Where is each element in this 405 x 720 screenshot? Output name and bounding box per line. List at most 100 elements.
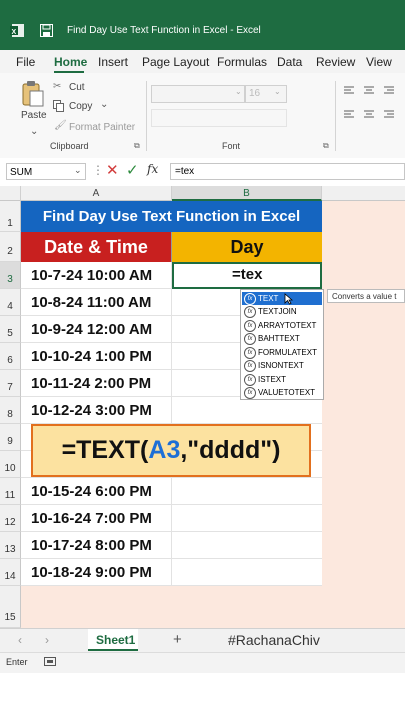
autocomplete-item-istext[interactable]: fx ISTEXT	[242, 373, 322, 386]
row-header[interactable]: 7	[0, 370, 21, 397]
autocomplete-item-valuetotext[interactable]: fx VALUETOTEXT	[242, 386, 322, 399]
font-format-row[interactable]	[151, 109, 287, 127]
row-header[interactable]: 6	[0, 343, 21, 370]
autocomplete-item-text[interactable]: fx TEXT	[242, 292, 322, 305]
svg-text:X: X	[12, 29, 17, 36]
autocomplete-item-formulatext[interactable]: fx FORMULATEXT	[242, 346, 322, 359]
function-icon: fx	[244, 359, 256, 372]
function-icon: fx	[244, 373, 256, 386]
function-icon: fx	[244, 319, 256, 332]
mouse-pointer-icon	[284, 293, 293, 305]
function-icon: fx	[244, 332, 256, 345]
enter-check-icon[interactable]: ✓	[126, 161, 139, 179]
cut-label[interactable]: Cut	[69, 82, 85, 93]
menu-home[interactable]: Home	[54, 55, 87, 69]
copy-chevron-icon[interactable]: ⌄	[100, 99, 108, 110]
date-cell[interactable]: 10-15-24 6:00 PM	[21, 478, 172, 505]
date-cell[interactable]: 10-7-24 10:00 AM	[21, 262, 172, 289]
worksheet-grid[interactable]: A B 1 2 3 4 5 6 7 8 9 10 11 12 13 14 15 …	[0, 186, 405, 628]
accessibility-icon[interactable]	[44, 657, 56, 667]
date-cell[interactable]: 10-16-24 7:00 PM	[21, 505, 172, 532]
day-cell[interactable]	[172, 397, 322, 424]
ribbon-separator	[146, 81, 147, 151]
autocomplete-item-isnontext[interactable]: fx ISNONTEXT	[242, 359, 322, 372]
row-header[interactable]: 5	[0, 316, 21, 343]
banner-suffix: ,"dddd")	[180, 436, 281, 464]
row-header[interactable]: 15	[0, 586, 21, 628]
day-cell[interactable]	[172, 532, 322, 559]
cut-icon[interactable]: ✂	[53, 81, 61, 92]
day-cell[interactable]	[172, 505, 322, 532]
column-header-a[interactable]: A	[21, 186, 172, 201]
insert-function-icon[interactable]: fx	[147, 162, 158, 176]
date-cell[interactable]: 10-10-24 1:00 PM	[21, 343, 172, 370]
copy-label[interactable]: Copy	[69, 101, 92, 112]
format-painter-label[interactable]: Format Painter	[69, 122, 135, 133]
add-sheet-button[interactable]: +	[173, 631, 182, 648]
name-box-chevron-icon[interactable]: ⌄	[74, 165, 82, 176]
date-cell[interactable]: 10-9-24 12:00 AM	[21, 316, 172, 343]
date-cell[interactable]: 10-8-24 11:00 AM	[21, 289, 172, 316]
row-header[interactable]: 14	[0, 559, 21, 586]
date-cell[interactable]: 10-17-24 8:00 PM	[21, 532, 172, 559]
row-header[interactable]: 2	[0, 232, 21, 262]
autocomplete-item-textjoin[interactable]: fx TEXTJOIN	[242, 305, 322, 318]
menu-data[interactable]: Data	[277, 55, 302, 69]
row-header[interactable]: 9	[0, 424, 21, 451]
paste-icon[interactable]	[22, 81, 44, 107]
column-header-c[interactable]	[322, 186, 405, 201]
day-cell[interactable]	[172, 559, 322, 586]
menu-view[interactable]: View	[366, 55, 392, 69]
function-autocomplete-list[interactable]: fx TEXT fx TEXTJOIN fx ARRAYTOTEXT fx BAHTTE…	[240, 289, 324, 400]
row-header[interactable]: 12	[0, 505, 21, 532]
row-header[interactable]: 13	[0, 532, 21, 559]
paste-label[interactable]: Paste	[21, 110, 47, 121]
menu-insert[interactable]: Insert	[98, 55, 128, 69]
date-cell[interactable]: 10-18-24 9:00 PM	[21, 559, 172, 586]
active-cell-b3[interactable]: =tex	[172, 262, 322, 289]
date-cell[interactable]: 10-11-24 2:00 PM	[21, 370, 172, 397]
select-all-corner[interactable]	[0, 186, 21, 201]
scroll-left-icon[interactable]: ‹	[18, 633, 22, 647]
font-size-value: 16	[249, 88, 261, 99]
sheet-title-cell[interactable]: Find Day Use Text Function in Excel	[21, 201, 322, 232]
formula-input[interactable]: =tex	[170, 163, 405, 180]
menu-review[interactable]: Review	[316, 55, 355, 69]
date-cell[interactable]: 10-12-24 3:00 PM	[21, 397, 172, 424]
more-options-icon: ⋮	[92, 163, 104, 177]
font-name-box[interactable]	[151, 85, 245, 103]
clipboard-launcher-icon[interactable]: ⧉	[134, 141, 140, 151]
format-painter-icon[interactable]: 🖌	[54, 120, 67, 131]
menu-bar: File Home Insert Page Layout Formulas Da…	[0, 50, 405, 73]
menu-page-layout[interactable]: Page Layout	[142, 55, 209, 69]
menu-file[interactable]: File	[16, 55, 35, 69]
menu-formulas[interactable]: Formulas	[217, 55, 267, 69]
paste-chevron-icon[interactable]: ⌄	[30, 126, 38, 137]
watermark-text: #RachanaChiv	[228, 632, 320, 648]
row-header[interactable]: 10	[0, 451, 21, 478]
font-name-chevron-icon[interactable]: ⌄	[235, 87, 242, 96]
row-header[interactable]: 11	[0, 478, 21, 505]
ribbon-separator	[335, 81, 336, 151]
row-header[interactable]: 3	[0, 262, 21, 289]
ribbon: Paste ⌄ ✂ Cut Copy ⌄ 🖌 Format Painter Cl…	[0, 73, 405, 159]
save-icon[interactable]	[40, 24, 53, 37]
copy-icon[interactable]	[53, 100, 65, 112]
row-header[interactable]: 8	[0, 397, 21, 424]
row-header[interactable]: 4	[0, 289, 21, 316]
formula-banner: =TEXT(A3,"dddd")	[31, 424, 311, 477]
scroll-right-icon[interactable]: ›	[45, 633, 49, 647]
header-date-time[interactable]: Date & Time	[21, 232, 172, 262]
autocomplete-item-bahttext[interactable]: fx BAHTTEXT	[242, 332, 322, 345]
cancel-icon[interactable]: ✕	[106, 161, 119, 179]
font-size-chevron-icon[interactable]: ⌄	[274, 87, 281, 96]
autocomplete-item-arraytotext[interactable]: fx ARRAYTOTEXT	[242, 319, 322, 332]
tab-sheet1[interactable]: Sheet1	[88, 629, 138, 651]
function-icon: fx	[244, 386, 256, 399]
header-day[interactable]: Day	[172, 232, 322, 262]
font-launcher-icon[interactable]: ⧉	[323, 141, 329, 151]
day-cell[interactable]	[172, 478, 322, 505]
alignment-icons[interactable]	[342, 85, 402, 130]
row-header[interactable]: 1	[0, 201, 21, 232]
column-header-b[interactable]: B	[172, 186, 322, 201]
